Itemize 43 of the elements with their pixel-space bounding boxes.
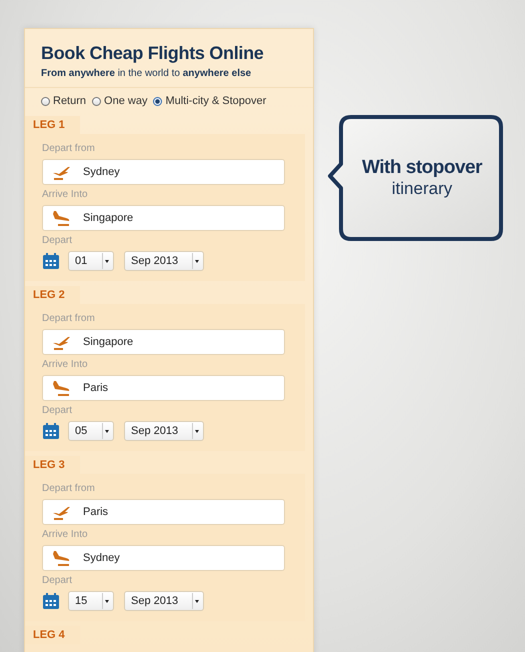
- calendar-icon[interactable]: [42, 252, 60, 270]
- trip-type-radio[interactable]: Return: [41, 95, 86, 107]
- day-select[interactable]: 05: [68, 421, 114, 441]
- input-field[interactable]: Singapore: [42, 205, 285, 231]
- landing-plane-icon: [51, 550, 71, 566]
- input-field[interactable]: Singapore: [42, 329, 285, 355]
- landing-plane-icon: [51, 210, 71, 226]
- field-label: Arrive Into: [42, 189, 89, 200]
- trip-type-radio[interactable]: Multi-city & Stopover: [153, 95, 266, 107]
- takeoff-plane-icon: [51, 164, 71, 180]
- caret-icon: [192, 253, 202, 269]
- month-select[interactable]: Sep 2013: [124, 421, 204, 441]
- input-field[interactable]: Sydney: [42, 159, 285, 185]
- field-label: Depart: [42, 575, 74, 586]
- input-field[interactable]: Paris: [42, 499, 285, 525]
- caret-icon: [102, 253, 112, 269]
- field-label: Arrive Into: [42, 529, 89, 540]
- callout-title: With stopover: [362, 157, 482, 179]
- takeoff-plane-icon: [51, 504, 71, 520]
- month-select[interactable]: Sep 2013: [124, 591, 204, 611]
- input-field[interactable]: Paris: [42, 375, 285, 401]
- field-label: Depart from: [42, 483, 96, 494]
- caret-icon: [102, 423, 112, 439]
- field-label: Depart from: [42, 313, 96, 324]
- caret-icon: [192, 423, 202, 439]
- landing-plane-icon: [51, 380, 71, 396]
- caret-icon: [192, 593, 202, 609]
- trip-type-radio[interactable]: One way: [92, 95, 148, 107]
- input-field[interactable]: Sydney: [42, 545, 285, 571]
- calendar-icon[interactable]: [42, 592, 60, 610]
- panel-title: Book Cheap Flights Online: [41, 43, 265, 64]
- takeoff-plane-icon: [51, 334, 71, 350]
- caret-icon: [102, 593, 112, 609]
- calendar-icon[interactable]: [42, 422, 60, 440]
- field-label: Depart: [42, 405, 74, 416]
- field-label: Arrive Into: [42, 359, 89, 370]
- panel-subtitle: From anywhere in the world to anywhere else: [41, 68, 252, 79]
- callout-subtitle: itinerary: [392, 179, 452, 199]
- day-select[interactable]: 15: [68, 591, 114, 611]
- day-select[interactable]: 01: [68, 251, 114, 271]
- field-label: Depart: [42, 235, 74, 246]
- field-label: Depart from: [42, 143, 96, 154]
- month-select[interactable]: Sep 2013: [124, 251, 204, 271]
